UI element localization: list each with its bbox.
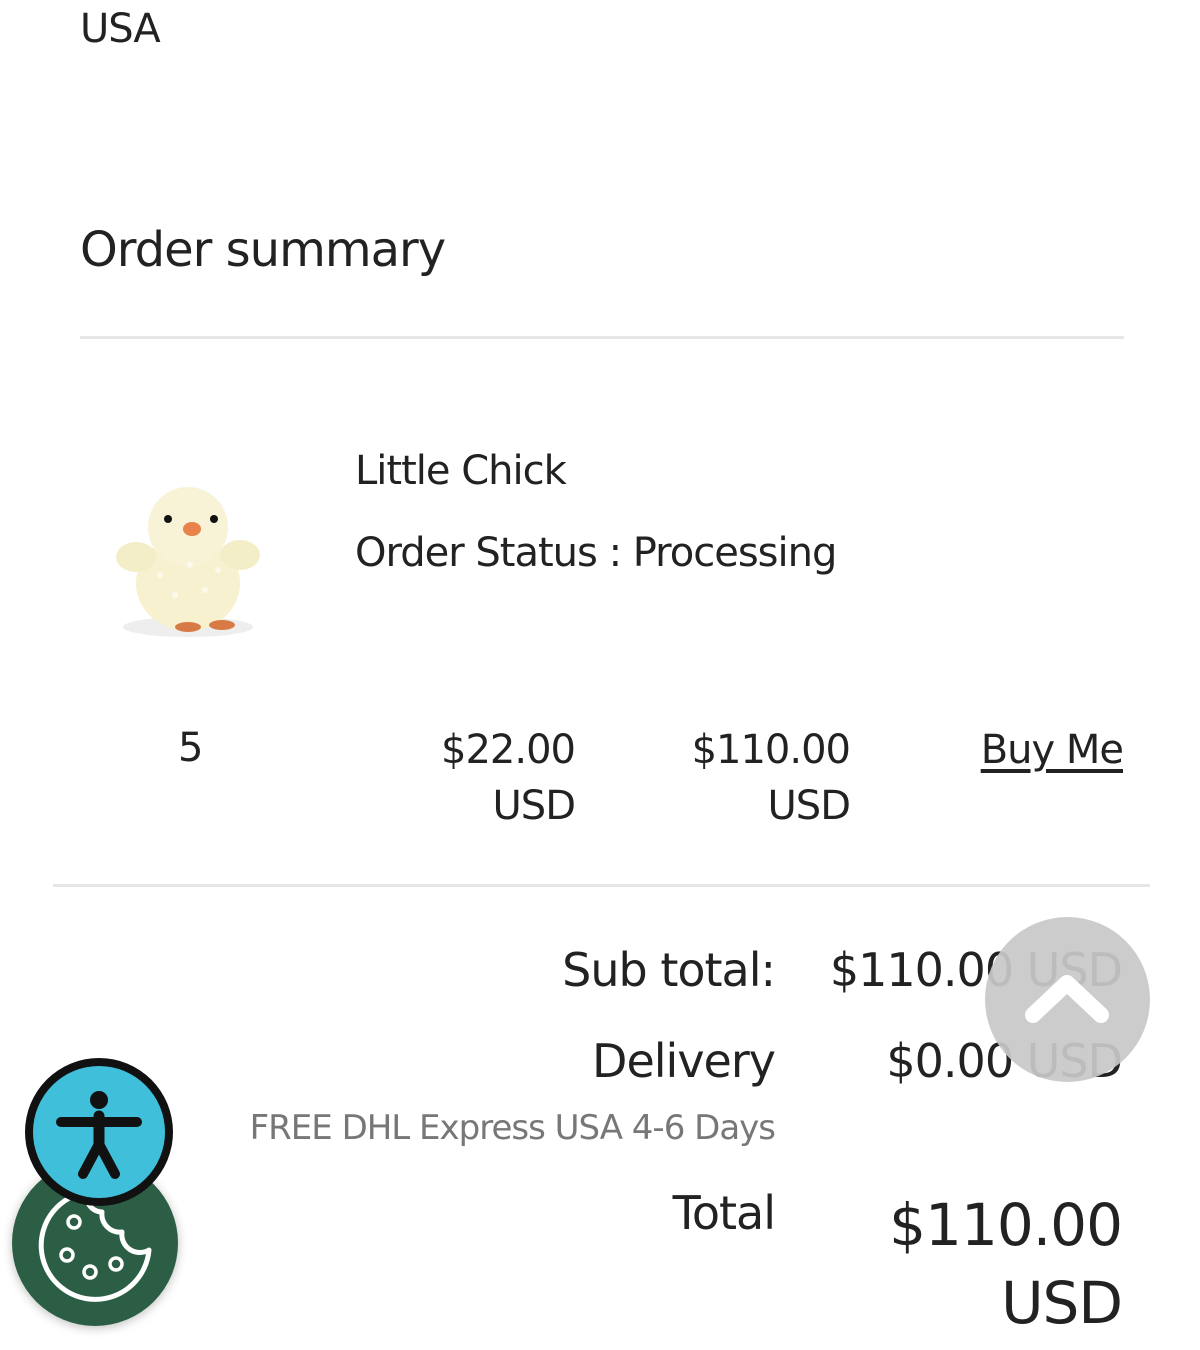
order-status: Order Status : Processing <box>355 530 837 576</box>
buy-me-link[interactable]: Buy Me <box>981 722 1124 778</box>
total-amount: $110.00 <box>889 1191 1123 1259</box>
scroll-to-top-button[interactable] <box>985 917 1150 1082</box>
subtotal-label: Sub total: <box>562 943 776 997</box>
delivery-method: FREE DHL Express USA 4-6 Days <box>249 1108 776 1148</box>
accessibility-person-icon <box>56 1091 142 1179</box>
divider <box>80 336 1124 339</box>
product-image <box>100 465 270 645</box>
product-name: Little Chick <box>355 448 567 494</box>
total-currency: USD <box>1001 1269 1123 1337</box>
total-value: $110.00 USD <box>889 1186 1123 1342</box>
item-quantity: 5 <box>178 725 204 771</box>
accessibility-button[interactable] <box>25 1058 173 1206</box>
unit-price: $22.00 USD <box>400 722 576 834</box>
line-total: $110.00 USD <box>660 722 851 834</box>
divider <box>53 884 1150 887</box>
unit-price-amount: $22.00 <box>441 727 576 773</box>
order-confirmation-page: USA Order summary Little Chick Order Sta… <box>0 0 1200 1350</box>
shipping-country: USA <box>80 6 161 52</box>
total-label: Total <box>672 1186 776 1240</box>
accessibility-button-face <box>33 1066 165 1198</box>
unit-price-currency: USD <box>492 783 576 829</box>
line-total-amount: $110.00 <box>691 727 851 773</box>
delivery-label: Delivery <box>592 1034 776 1088</box>
line-total-currency: USD <box>767 783 851 829</box>
chevron-up-icon <box>1025 975 1109 1023</box>
order-summary-title: Order summary <box>80 222 446 278</box>
